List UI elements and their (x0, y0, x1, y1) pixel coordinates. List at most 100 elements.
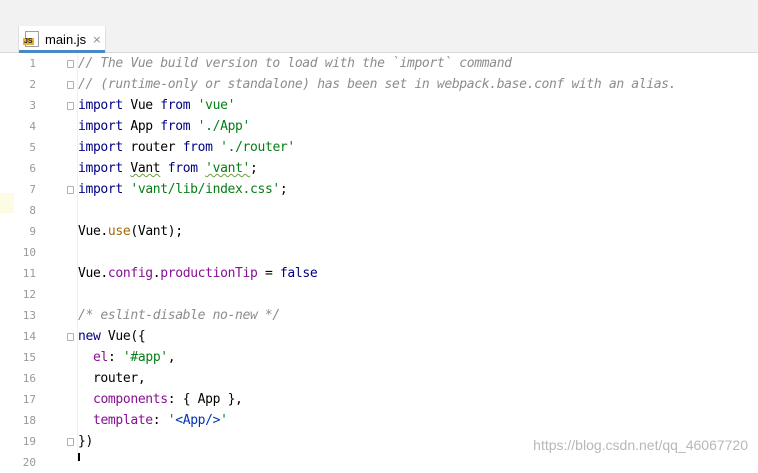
code-token: = (257, 266, 280, 281)
code-token: import (78, 182, 123, 197)
line-number: 7 (29, 183, 36, 196)
line-number: 8 (29, 204, 36, 217)
code-token: './App' (197, 119, 251, 134)
code-token: 'vue' (197, 98, 236, 113)
current-line-marker (0, 193, 14, 213)
code-token: Vant (130, 161, 161, 176)
line-number: 14 (22, 330, 36, 343)
code-line: router, (78, 368, 146, 389)
code-token: false (279, 266, 318, 281)
code-token: <App/> (175, 413, 221, 428)
code-token: // (runtime-only or standalone) has been… (78, 77, 677, 92)
code-token: import (78, 161, 123, 176)
fold-marker-icon[interactable] (67, 333, 74, 341)
code-token: './router' (220, 140, 295, 155)
code-token: el (92, 350, 108, 365)
fold-marker-icon[interactable] (67, 102, 74, 110)
code-token: ' (220, 413, 228, 428)
fold-marker-icon[interactable] (67, 186, 74, 194)
code-line: // (runtime-only or standalone) has been… (78, 74, 676, 95)
code-token: Vue. (78, 224, 108, 239)
line-number: 2 (29, 78, 36, 91)
line-number: 6 (29, 162, 36, 175)
code-token: use (107, 224, 131, 239)
code-line: import 'vant/lib/index.css'; (78, 179, 288, 200)
watermark: https://blog.csdn.net/qq_46067720 (533, 437, 748, 453)
line-number: 9 (29, 225, 36, 238)
line-number: 1 (29, 57, 36, 70)
line-number-gutter (0, 53, 78, 461)
code-line: import App from './App' (78, 116, 250, 137)
code-token: productionTip (160, 266, 258, 281)
code-token: , (167, 350, 176, 365)
line-number: 13 (22, 309, 36, 322)
code-token: (Vant); (130, 224, 183, 239)
code-line: components: { App }, (78, 389, 243, 410)
code-line: import Vue from 'vue' (78, 95, 235, 116)
code-token: }) (78, 434, 93, 449)
line-number: 16 (22, 372, 36, 385)
code-line: el: '#app', (78, 347, 176, 368)
tab-main-js[interactable]: JS main.js × (18, 26, 106, 53)
code-token: /* eslint-disable no-new */ (78, 308, 280, 323)
js-file-icon: JS (23, 31, 39, 47)
code-editor[interactable]: // The Vue build version to load with th… (0, 53, 758, 469)
fold-marker-icon[interactable] (67, 438, 74, 446)
code-token: Vue (122, 98, 161, 113)
line-number: 20 (22, 456, 36, 469)
close-icon[interactable]: × (92, 33, 101, 46)
line-number: 10 (22, 246, 36, 259)
code-token: components (92, 392, 168, 407)
code-token: Vue. (78, 266, 108, 281)
code-line: import Vant from 'vant'; (78, 158, 258, 179)
code-token: from (160, 98, 191, 113)
code-line: /* eslint-disable no-new */ (78, 305, 280, 326)
code-token: '#app' (122, 350, 168, 365)
code-line: Vue.config.productionTip = false (78, 263, 318, 284)
line-number: 15 (22, 351, 36, 364)
code-token: from (167, 161, 198, 176)
code-line: Vue.use(Vant); (78, 221, 183, 242)
code-token: template (92, 413, 153, 428)
line-number: 17 (22, 393, 36, 406)
top-toolbar (0, 0, 758, 27)
code-token: ; (279, 182, 288, 197)
fold-marker-icon[interactable] (67, 60, 74, 68)
code-token: import (78, 119, 123, 134)
line-number: 5 (29, 141, 36, 154)
code-token: router, (78, 371, 146, 386)
line-number: 3 (29, 99, 36, 112)
line-number: 12 (22, 288, 36, 301)
tab-label: main.js (45, 31, 87, 47)
line-number: 19 (22, 435, 36, 448)
code-token: config (107, 266, 153, 281)
code-line: new Vue({ (78, 326, 146, 347)
code-token: Vue({ (100, 329, 146, 344)
editor-tab-bar: JS main.js × (0, 26, 758, 53)
code-line: }) (78, 431, 93, 452)
line-number: 11 (22, 267, 36, 280)
code-token: 'vant' (205, 161, 251, 176)
code-line: template: '<App/>' (78, 410, 228, 431)
code-token: App (122, 119, 161, 134)
code-token: import (78, 140, 123, 155)
code-line: import router from './router' (78, 137, 295, 158)
js-file-icon-badge: JS (23, 38, 34, 45)
code-token: // The Vue build version to load with th… (78, 56, 512, 71)
code-token: router (122, 140, 183, 155)
code-token: : (152, 413, 168, 428)
code-token: from (182, 140, 213, 155)
code-token: import (78, 98, 123, 113)
code-token: from (160, 119, 191, 134)
code-token: ; (250, 161, 258, 176)
code-token: 'vant/lib/index.css' (130, 182, 280, 197)
code-token: new (78, 329, 101, 344)
fold-marker-icon[interactable] (67, 81, 74, 89)
line-number: 18 (22, 414, 36, 427)
